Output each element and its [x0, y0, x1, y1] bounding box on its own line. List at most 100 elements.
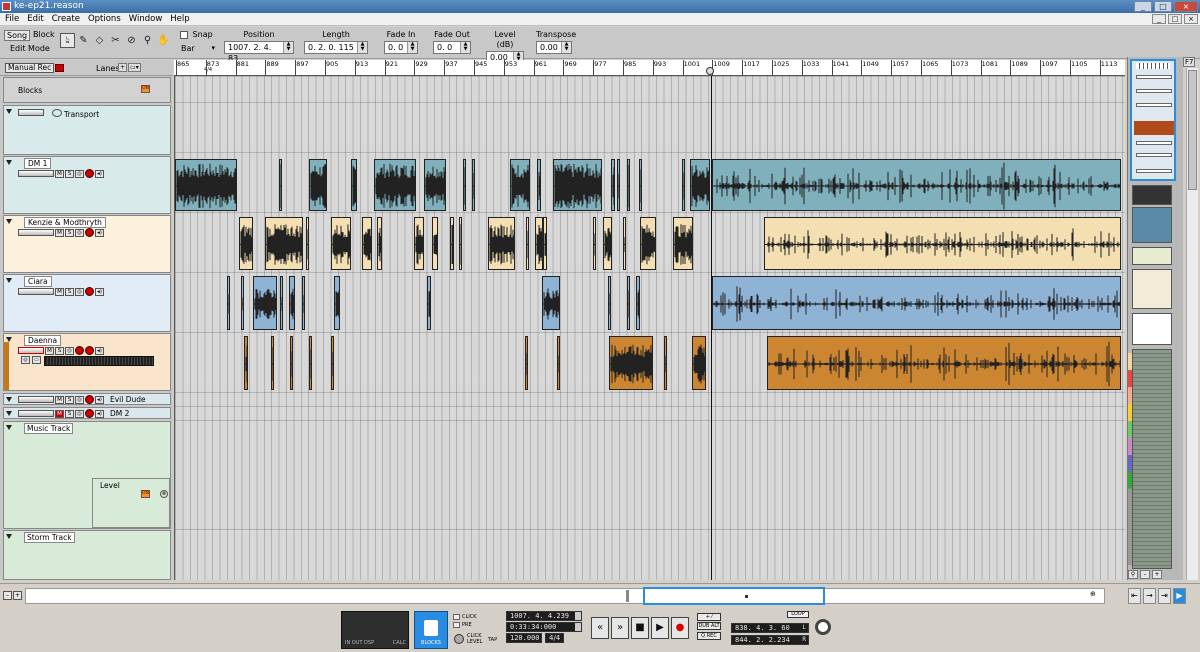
song-mode-button[interactable]: Song	[4, 30, 31, 41]
next-marker-icon[interactable]: ⇥	[1158, 588, 1171, 604]
solo-button[interactable]: S	[65, 169, 74, 178]
snap-checkbox[interactable]	[180, 30, 188, 39]
audio-clip-kenzie[interactable]	[265, 217, 303, 270]
audio-clip-ciara[interactable]	[253, 276, 277, 330]
time-readout[interactable]: 0:33:34:000	[506, 622, 582, 632]
snap-value-select[interactable]: Bar	[181, 44, 215, 53]
audio-clip-kenzie[interactable]	[362, 217, 372, 270]
minimize-button[interactable]: _	[1134, 1, 1152, 12]
click-toggle[interactable]	[453, 613, 460, 620]
speaker-icon[interactable]: ◂)	[95, 346, 104, 355]
track-dm2[interactable]: M S ◎ ◂) DM 2	[3, 407, 171, 419]
audio-clip-kenzie[interactable]	[450, 217, 454, 270]
audio-clip-dm1[interactable]	[537, 159, 541, 211]
audio-clip-kenzie[interactable]	[432, 217, 438, 270]
track-dm1[interactable]: DM 1 M S ◎ ◂)	[3, 156, 171, 214]
rack-toggle-button[interactable]: F7	[1183, 57, 1196, 67]
audio-clip-kenzie[interactable]	[543, 217, 547, 270]
track-name[interactable]: Daenna	[24, 335, 62, 346]
audio-clip-daenna[interactable]	[692, 336, 706, 390]
menu-file[interactable]: File	[5, 13, 19, 25]
audio-clip-daenna[interactable]	[609, 336, 653, 390]
transpose-input[interactable]: 0.00 ▲ ▼	[536, 41, 572, 54]
vertical-scroll-thumb[interactable]	[1188, 70, 1197, 190]
record-enable-button[interactable]	[75, 346, 84, 355]
mute-button[interactable]: M	[55, 287, 64, 296]
magnify-icon[interactable]: ⚲	[140, 33, 155, 48]
audio-clip-ciara[interactable]	[627, 276, 630, 330]
monitor-button[interactable]: ◎	[75, 287, 84, 296]
fadeout-input[interactable]: 0. 0 ▲ ▼	[433, 41, 471, 54]
zoom-in-icon[interactable]: ⚲	[1128, 570, 1138, 579]
audio-clip-dm1[interactable]	[690, 159, 710, 211]
time-signature-readout[interactable]: 4/4	[545, 633, 565, 643]
speaker-icon[interactable]: ◂)	[95, 287, 104, 296]
track-music[interactable]: Music Track Level ON ⊗	[3, 421, 171, 529]
track-name[interactable]: DM 2	[110, 409, 129, 418]
add-lane-button[interactable]: +	[118, 63, 128, 72]
audio-clip-dm1[interactable]	[611, 159, 615, 211]
right-locator-readout[interactable]: 844. 2. 2.234 R	[731, 635, 809, 645]
menu-options[interactable]: Options	[88, 13, 121, 25]
audio-clip-daenna[interactable]	[331, 336, 334, 390]
collapse-arrow-icon[interactable]	[6, 160, 12, 165]
audio-clip-kenzie[interactable]	[239, 217, 253, 270]
audio-clip-ciara[interactable]	[636, 276, 640, 330]
audio-clip-dm1[interactable]	[424, 159, 446, 211]
lane-options-button[interactable]: ▭▾	[128, 63, 141, 72]
audio-clip-daenna[interactable]	[271, 336, 274, 390]
audio-clip-ciara[interactable]	[241, 276, 244, 330]
solo-button[interactable]: S	[65, 409, 74, 418]
dub-alt-label[interactable]: DUB ALT	[697, 622, 721, 630]
doc-close-button[interactable]: ×	[1184, 14, 1198, 24]
audio-clip-dm1[interactable]	[463, 159, 466, 211]
rack-mixer[interactable]	[1132, 349, 1172, 569]
transpose-spinner[interactable]: ▲ ▼	[561, 42, 571, 53]
collapse-arrow-icon[interactable]	[6, 534, 12, 539]
record-enable-button[interactable]	[85, 395, 94, 404]
audio-clip-dm1[interactable]	[553, 159, 602, 211]
audio-clip-ciara[interactable]	[227, 276, 230, 330]
track-storm[interactable]: Storm Track	[3, 530, 171, 580]
track-kenzie[interactable]: Kenzie & Modthryth M S ◎ ◂)	[3, 215, 171, 273]
length-spinner[interactable]: ▲ ▼	[357, 42, 367, 53]
solo-button[interactable]: S	[65, 287, 74, 296]
collapse-arrow-icon[interactable]	[6, 278, 12, 283]
audio-clip-ciara[interactable]	[712, 276, 1121, 330]
track-fader[interactable]	[18, 347, 44, 354]
track-name[interactable]: Evil Dude	[110, 395, 146, 404]
follow-icon[interactable]: →	[1143, 588, 1156, 604]
audio-clip-dm1[interactable]	[472, 159, 475, 211]
eraser-icon[interactable]: ◇	[92, 33, 107, 48]
horizontal-zoom-out-icon[interactable]: –	[3, 591, 12, 600]
audio-clip-dm1[interactable]	[617, 159, 620, 211]
track-fader[interactable]	[18, 170, 54, 177]
tap-tempo-button[interactable]: TAP	[488, 637, 497, 643]
speaker-icon[interactable]: ◂)	[95, 409, 104, 418]
fast-forward-button[interactable]: »	[611, 617, 629, 639]
audio-clip-ciara[interactable]	[542, 276, 560, 330]
rack-device[interactable]	[1132, 313, 1172, 345]
monitor-button[interactable]: ◎	[75, 395, 84, 404]
track-fader[interactable]	[18, 229, 54, 236]
audio-clip-kenzie[interactable]	[488, 217, 515, 270]
audio-clip-dm1[interactable]	[510, 159, 530, 211]
rack-device[interactable]	[1132, 269, 1172, 309]
track-evil-dude[interactable]: M S ◎ ◂) Evil Dude	[3, 393, 171, 405]
audio-clip-ciara[interactable]	[280, 276, 283, 330]
record-armed-indicator[interactable]	[85, 346, 94, 355]
menu-help[interactable]: Help	[170, 13, 189, 25]
audio-clip-daenna[interactable]	[309, 336, 312, 390]
block-mode-button[interactable]: Block	[31, 30, 57, 41]
zoom-out-icon[interactable]: –	[1140, 570, 1150, 579]
audio-clip-kenzie[interactable]	[306, 217, 309, 270]
mute-icon[interactable]: ⊘	[124, 33, 139, 48]
quantize-rec-button[interactable]: Q REC	[697, 632, 721, 640]
mute-button[interactable]: M	[45, 346, 54, 355]
length-input[interactable]: 0. 2. 0. 115 ▲ ▼	[304, 41, 368, 54]
collapse-arrow-icon[interactable]	[6, 397, 12, 402]
manual-rec-button[interactable]: Manual Rec	[5, 63, 55, 73]
audio-clip-dm1[interactable]	[682, 159, 685, 211]
collapse-arrow-icon[interactable]	[6, 109, 12, 114]
position-spinner[interactable]: ▲ ▼	[283, 42, 293, 53]
